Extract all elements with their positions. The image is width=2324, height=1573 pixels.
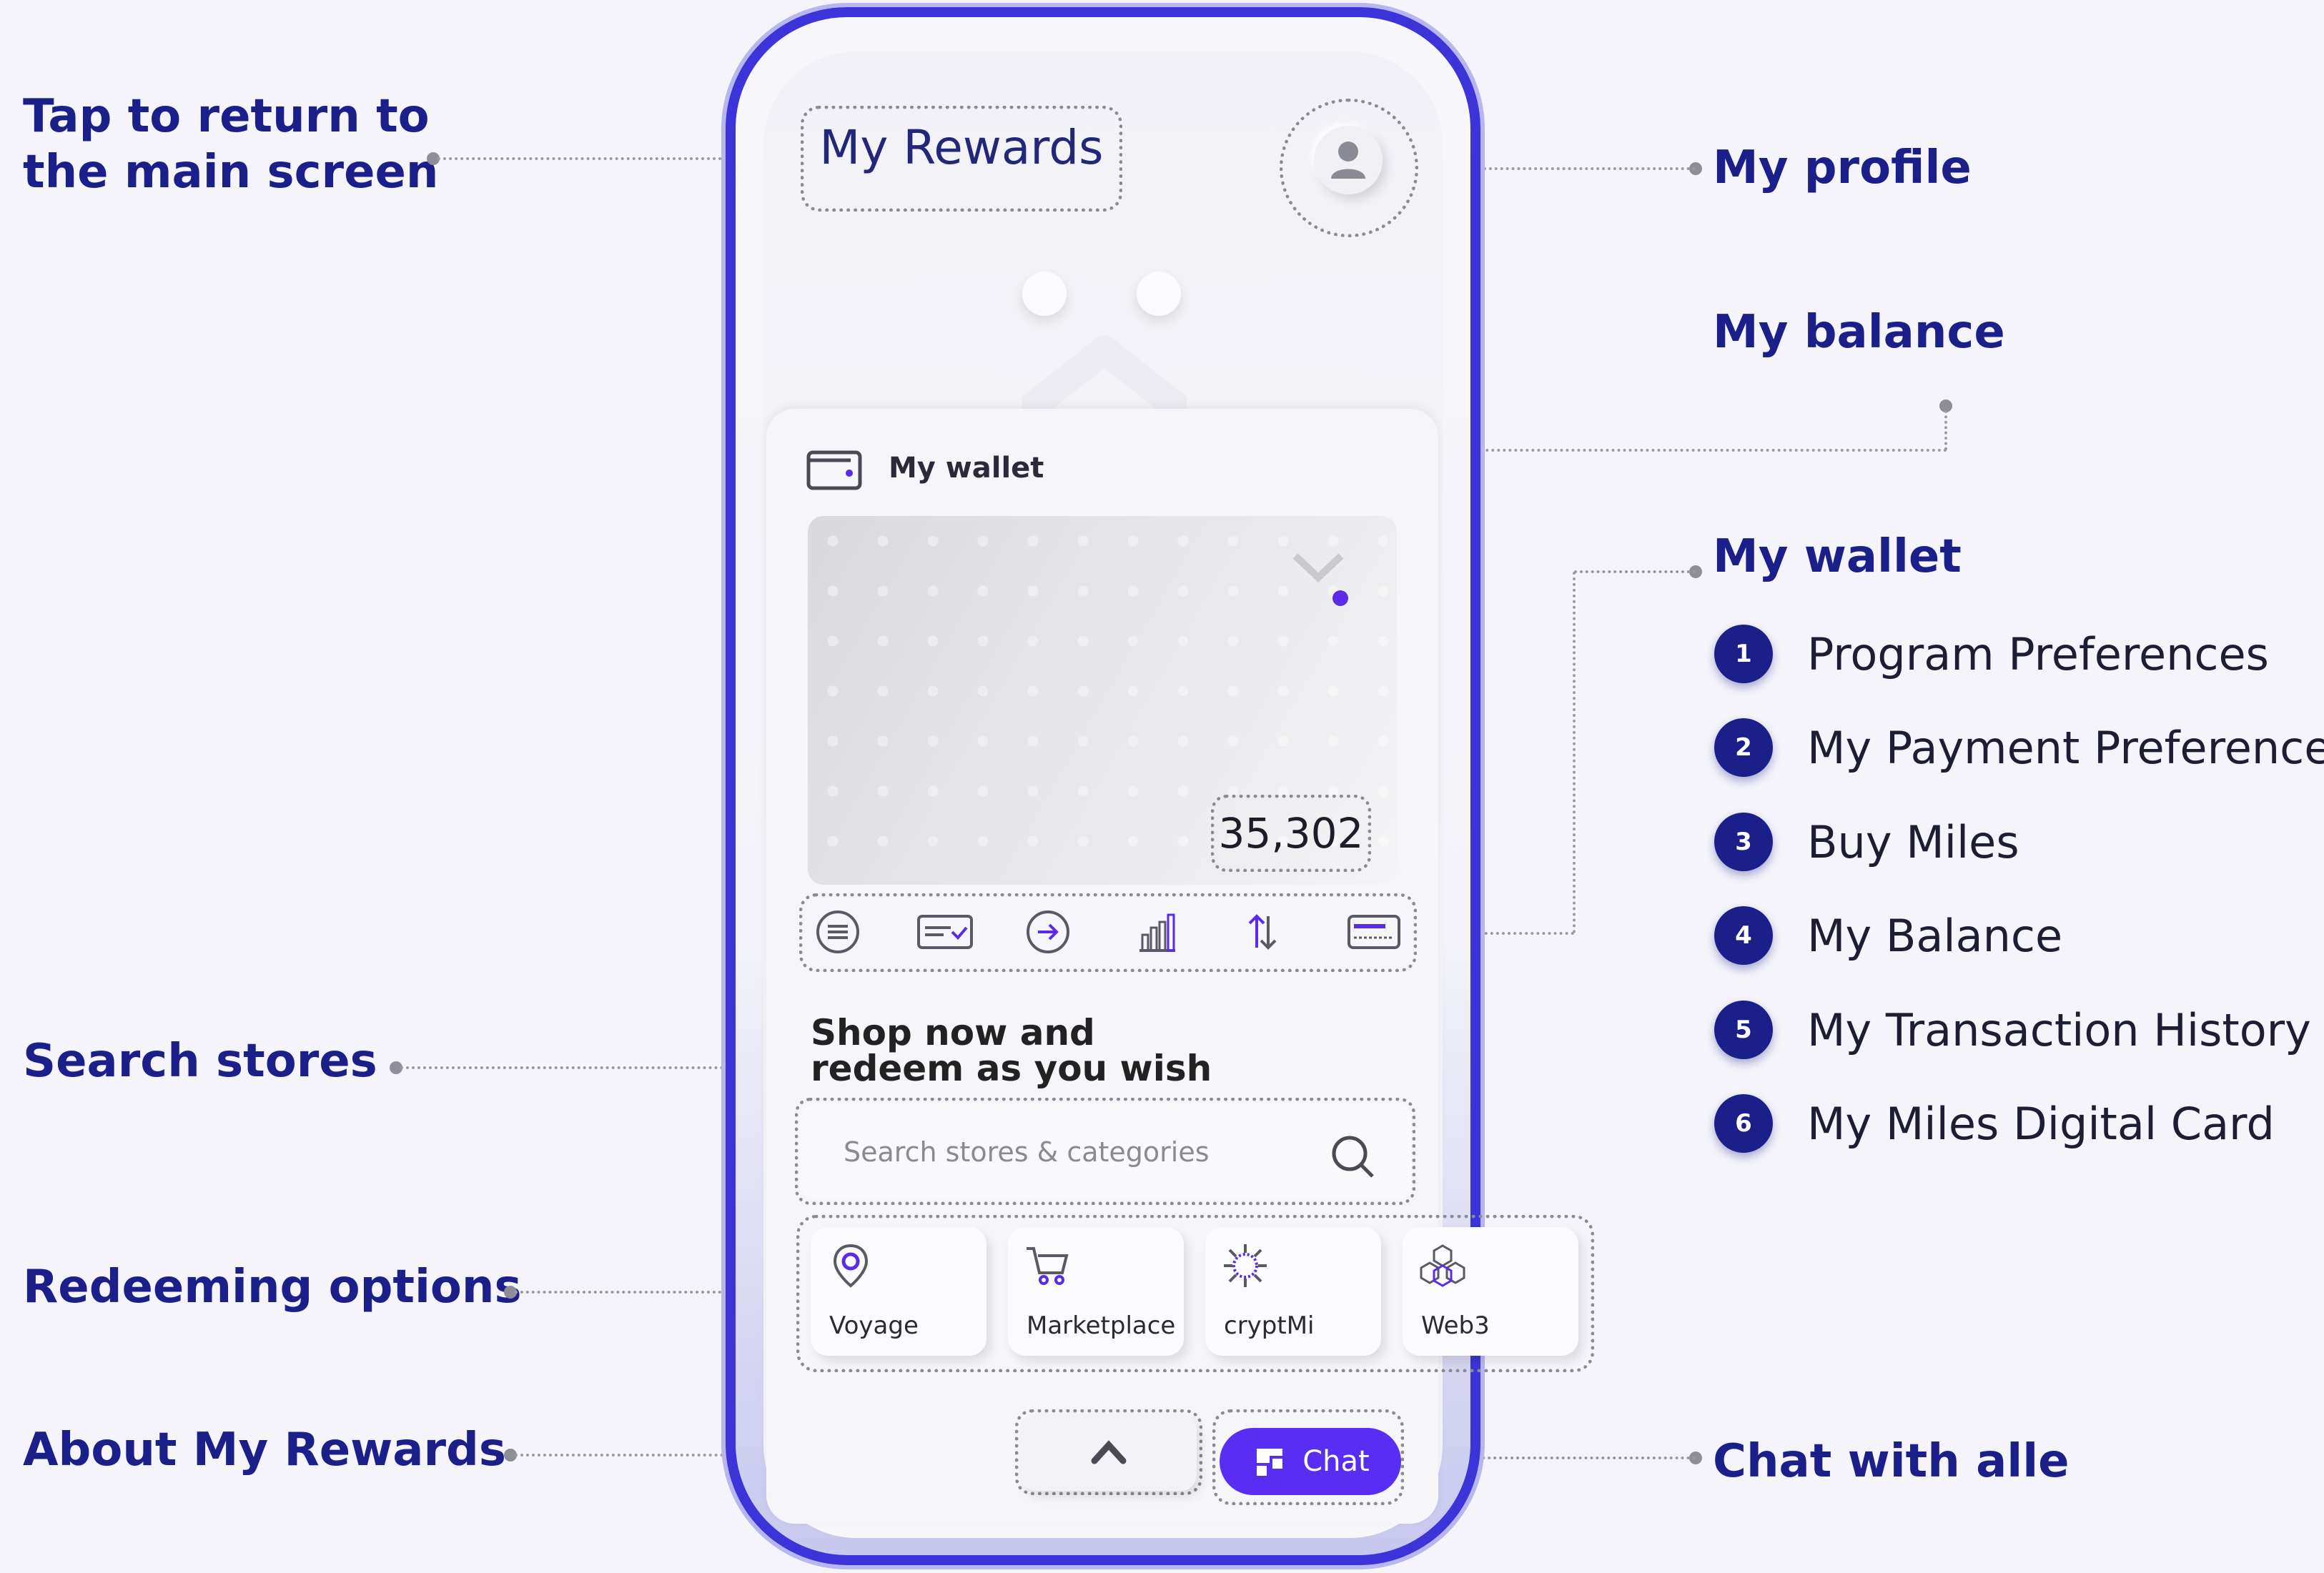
decor-chevron bbox=[1022, 336, 1187, 415]
about-button[interactable] bbox=[1021, 1414, 1197, 1491]
feature-label: My Miles Digital Card bbox=[1807, 1097, 2275, 1150]
chat-button[interactable]: Chat bbox=[1220, 1428, 1401, 1495]
wallet-icon bbox=[806, 450, 862, 490]
chevron-down-icon bbox=[1292, 553, 1344, 582]
decor-blob bbox=[1022, 272, 1067, 316]
feature-number-badge: 1 bbox=[1714, 625, 1773, 683]
connector-line bbox=[400, 1066, 729, 1069]
wallet-feature-5: 5 My Transaction History bbox=[1714, 998, 2311, 1062]
option-cryptmi[interactable]: cryptMi bbox=[1205, 1227, 1381, 1356]
callout-main-screen-line2: the main screen bbox=[23, 146, 439, 199]
wallet-actions-row bbox=[802, 893, 1414, 971]
app-title[interactable]: My Rewards bbox=[801, 120, 1122, 175]
callout-my-wallet: My wallet bbox=[1713, 530, 1962, 583]
feature-number-badge: 2 bbox=[1714, 718, 1773, 777]
bar-chart-icon[interactable] bbox=[1134, 909, 1180, 955]
feature-number-badge: 6 bbox=[1714, 1094, 1773, 1153]
shop-heading-line2: redeem as you wish bbox=[811, 1048, 1212, 1089]
feature-label: My Payment Preferences bbox=[1807, 721, 2324, 774]
callout-redeeming-options: Redeeming options bbox=[23, 1261, 522, 1314]
card-indicator-dot bbox=[1332, 590, 1348, 606]
arrow-right-circle-icon[interactable] bbox=[1025, 909, 1071, 955]
shop-heading: Shop now and redeem as you wish bbox=[811, 1015, 1212, 1086]
connector-line bbox=[1944, 410, 1947, 450]
wallet-label: My wallet bbox=[889, 452, 1044, 485]
wallet-feature-6: 6 My Miles Digital Card bbox=[1714, 1091, 2275, 1156]
feature-label: My Balance bbox=[1807, 909, 2063, 962]
option-label: Marketplace bbox=[1027, 1311, 1176, 1340]
callout-search-stores: Search stores bbox=[23, 1035, 377, 1088]
transfer-icon[interactable] bbox=[1240, 909, 1285, 955]
callout-main-screen: Tap to return to the main screen bbox=[23, 89, 438, 200]
decor-blob bbox=[1137, 272, 1181, 316]
wallet-feature-2: 2 My Payment Preferences bbox=[1714, 715, 2324, 780]
menu-icon[interactable] bbox=[815, 909, 861, 955]
wallet-feature-4: 4 My Balance bbox=[1714, 903, 2062, 968]
chat-icon bbox=[1257, 1449, 1283, 1476]
callout-about-my-rewards: About My Rewards bbox=[23, 1424, 506, 1477]
option-label: Voyage bbox=[829, 1311, 919, 1340]
callout-main-screen-line1: Tap to return to bbox=[23, 90, 430, 143]
search-icon[interactable] bbox=[1330, 1133, 1375, 1179]
feature-label: My Transaction History bbox=[1807, 1003, 2311, 1056]
feature-label: Program Preferences bbox=[1807, 627, 2269, 680]
chevron-up-icon bbox=[1091, 1440, 1127, 1464]
shop-heading-line1: Shop now and bbox=[811, 1012, 1095, 1053]
callout-my-profile: My profile bbox=[1713, 142, 1972, 194]
connector-line bbox=[1573, 572, 1576, 933]
callout-chat-with-alle: Chat with alle bbox=[1713, 1435, 2070, 1488]
chat-label: Chat bbox=[1302, 1445, 1370, 1478]
search-input[interactable]: Search stores & categories bbox=[844, 1136, 1210, 1168]
option-label: cryptMi bbox=[1224, 1311, 1315, 1340]
option-web3[interactable]: Web3 bbox=[1403, 1227, 1578, 1356]
feature-number-badge: 3 bbox=[1714, 813, 1773, 871]
cart-icon bbox=[1027, 1247, 1069, 1285]
connector-line bbox=[1574, 570, 1696, 573]
feature-label: Buy Miles bbox=[1807, 815, 2019, 868]
location-pin-icon bbox=[833, 1244, 869, 1288]
profile-button[interactable] bbox=[1314, 126, 1383, 194]
option-label: Web3 bbox=[1421, 1311, 1490, 1340]
option-marketplace[interactable]: Marketplace bbox=[1008, 1227, 1184, 1356]
balance-value: 35,302 bbox=[1218, 809, 1364, 858]
feature-number-badge: 5 bbox=[1714, 1001, 1773, 1059]
callout-my-balance: My balance bbox=[1713, 306, 2005, 359]
crypto-gear-icon bbox=[1224, 1244, 1267, 1287]
digital-card-icon[interactable] bbox=[1347, 909, 1401, 955]
feature-number-badge: 4 bbox=[1714, 906, 1773, 965]
wallet-feature-1: 1 Program Preferences bbox=[1714, 622, 2269, 686]
web3-cubes-icon bbox=[1420, 1244, 1465, 1287]
card-check-icon[interactable] bbox=[916, 909, 974, 955]
user-icon bbox=[1331, 142, 1365, 179]
option-voyage[interactable]: Voyage bbox=[811, 1227, 987, 1356]
wallet-feature-3: 3 Buy Miles bbox=[1714, 810, 2019, 874]
